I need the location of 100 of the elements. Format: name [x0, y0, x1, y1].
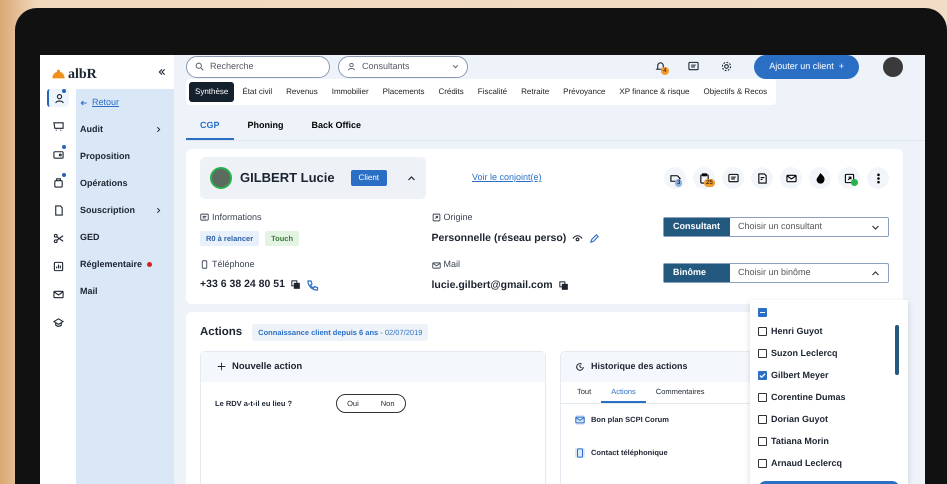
search-field[interactable]: Recherche [186, 56, 330, 78]
scissors-icon [52, 232, 64, 244]
mail-icon [52, 288, 64, 300]
consultant-select[interactable]: Consultant Choisir un consultant [663, 217, 889, 237]
document-icon [52, 204, 64, 216]
client-name: GILBERT Lucie [240, 169, 335, 188]
copy-icon[interactable] [558, 280, 569, 291]
chevron-right-icon [155, 126, 162, 133]
chevron-down-icon [452, 63, 459, 70]
email-address: lucie.gilbert@gmail.com [432, 278, 553, 293]
back-arrow-icon [80, 98, 88, 106]
sidebar-item[interactable]: Audit [76, 116, 174, 143]
binome-option[interactable]: Gilbert Meyer [758, 364, 894, 387]
section-tab[interactable]: Immobilier [326, 82, 375, 102]
person-icon [347, 62, 356, 72]
phone-icon [200, 260, 209, 269]
mail-button[interactable] [780, 167, 802, 189]
back-label: Retour [92, 96, 120, 109]
sidebar-item[interactable]: GED [76, 224, 174, 251]
sidebar-label: Opérations [80, 176, 128, 190]
mail-icon [575, 414, 585, 425]
select-all-checkbox[interactable] [758, 308, 767, 317]
sub-tab[interactable]: Phoning [234, 112, 298, 140]
sidebar-item[interactable]: Opérations [76, 170, 174, 197]
sparkle-icon [217, 362, 226, 372]
binome-option[interactable]: Arnaud Leclercq [758, 452, 894, 475]
origin-icon [432, 213, 440, 222]
phone-icon [575, 448, 585, 458]
sidebar-label: Mail [80, 284, 98, 298]
section-tab[interactable]: Objectifs & Recos [698, 82, 774, 102]
binome-option[interactable]: Henri Guyot [758, 320, 894, 343]
sidebar-label: Audit [80, 122, 103, 136]
origin-label: Origine [444, 211, 473, 224]
eye-icon[interactable] [572, 232, 584, 244]
sidebar-item[interactable]: Proposition [76, 143, 174, 170]
copy-icon[interactable] [290, 280, 301, 290]
phone-call-icon[interactable] [306, 279, 319, 292]
add-client-button[interactable]: Ajouter un client + [754, 55, 859, 78]
tag-icon [670, 172, 680, 184]
mail-icon [786, 172, 796, 184]
file-icon [756, 172, 768, 184]
section-tab[interactable]: Prévoyance [557, 82, 612, 102]
rail-item[interactable] [47, 89, 69, 107]
card-title: Historique des actions [591, 360, 688, 373]
mail-icon [432, 260, 440, 270]
info-label: Informations [212, 211, 262, 224]
info-icon [200, 213, 209, 222]
chat-icon[interactable] [688, 61, 700, 72]
sidebar-label: Proposition [80, 150, 130, 163]
avatar-placeholder [883, 56, 903, 77]
chevron-up-icon[interactable] [407, 174, 416, 182]
settings-icon[interactable] [721, 61, 732, 72]
graduation-cap-icon [52, 316, 64, 328]
phone-label: Téléphone [212, 258, 255, 271]
bag-icon [52, 176, 64, 188]
section-tab[interactable]: Crédits [432, 82, 470, 102]
bell-icon [655, 61, 666, 72]
sidebar-label: GED [80, 230, 100, 244]
cart-icon [52, 120, 64, 132]
history-icon [575, 362, 585, 372]
pencil-icon[interactable] [589, 232, 600, 244]
binome-option[interactable]: Corentine Dumas [758, 386, 894, 409]
file-button[interactable] [751, 167, 773, 189]
card-title: Nouvelle action [232, 360, 302, 374]
consultants-select[interactable]: Consultants [338, 56, 468, 78]
binome-option[interactable]: Dorian Guyot [758, 408, 894, 431]
binome-select[interactable]: Binôme Choisir un binôme [663, 263, 889, 283]
collapse-icon[interactable] [158, 68, 166, 76]
sidebar-label: Réglementaire [80, 258, 142, 271]
checkmark-icon [759, 372, 766, 380]
status-badge: Client [350, 170, 387, 186]
section-tab[interactable]: XP finance & risque [613, 82, 696, 102]
wallet-icon [52, 148, 64, 160]
section-tab[interactable]: Placements [376, 82, 430, 102]
chat-icon [728, 172, 738, 184]
section-title: Actions [200, 324, 242, 340]
status-dot [851, 179, 858, 186]
export-button[interactable] [838, 167, 860, 189]
section-tab[interactable]: Fiscalité [472, 82, 514, 102]
section-tab[interactable]: Synthèse [189, 82, 234, 102]
back-link[interactable]: Retour [76, 89, 174, 116]
sidebar-item[interactable]: Réglementaire [76, 251, 174, 278]
chevron-right-icon [155, 207, 162, 214]
logo: albR [68, 66, 97, 84]
sidebar-item[interactable]: Souscription [76, 197, 174, 224]
spouse-link[interactable]: Voir le conjoint(e) [472, 171, 542, 185]
more-button[interactable] [867, 167, 889, 189]
section-tab[interactable]: Retraite [515, 82, 556, 102]
binome-option[interactable]: Tatiana Morin [758, 430, 894, 453]
sidebar-label: Souscription [80, 204, 136, 217]
section-tab[interactable]: État civil [236, 82, 278, 102]
sub-tab[interactable]: CGP [186, 112, 234, 140]
mail-label: Mail [444, 258, 460, 272]
binome-option[interactable]: Suzon Leclercq [758, 342, 894, 365]
sub-tab[interactable]: Back Office [298, 112, 376, 140]
sidebar-item[interactable]: Mail [76, 278, 174, 305]
origin-value: Personnelle (réseau perso) [432, 230, 566, 246]
section-tab[interactable]: Revenus [280, 82, 324, 102]
logo-icon [52, 68, 65, 81]
chat-button[interactable] [722, 167, 744, 189]
